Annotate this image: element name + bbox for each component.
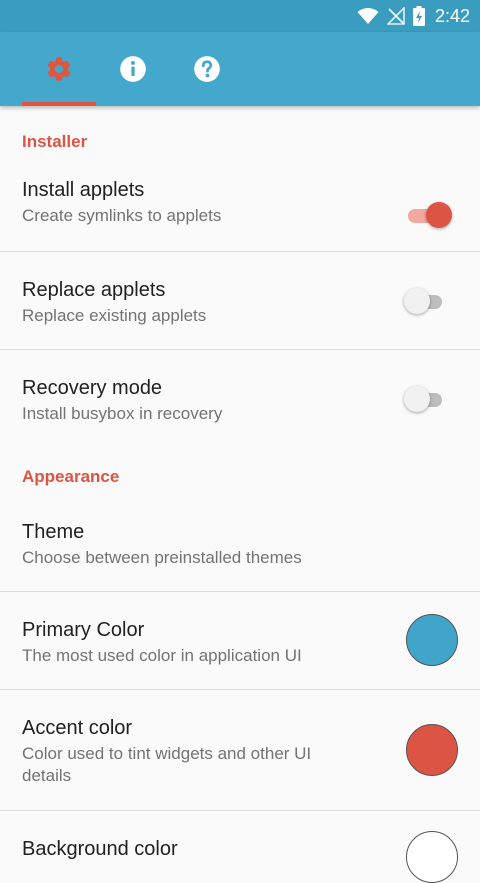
category-installer: Installer [0, 106, 480, 176]
pref-install-applets[interactable]: Install applets Create symlinks to apple… [0, 176, 480, 252]
tab-help[interactable] [170, 32, 244, 106]
status-bar: 2:42 [0, 0, 480, 32]
pref-replace-applets[interactable]: Replace applets Replace existing applets [0, 252, 480, 350]
replace-applets-switch[interactable] [404, 288, 444, 314]
install-applets-switch[interactable] [408, 202, 452, 228]
accent-color-swatch[interactable] [406, 724, 458, 776]
pref-title: Replace applets [22, 279, 166, 301]
pref-title: Recovery mode [22, 377, 163, 399]
pref-title: Theme [22, 521, 85, 543]
info-icon [120, 56, 146, 82]
pref-primary-color[interactable]: Primary Color The most used color in app… [0, 592, 480, 690]
battery-charging-icon [412, 6, 425, 26]
switch-thumb [426, 202, 452, 228]
tab-settings[interactable] [22, 32, 96, 106]
background-color-swatch[interactable] [406, 831, 458, 883]
settings-list[interactable]: Installer Install applets Create symlink… [0, 106, 480, 883]
pref-summary: Install busybox in recovery [22, 404, 223, 423]
toolbar [0, 32, 480, 106]
primary-color-swatch[interactable] [406, 614, 458, 666]
clock: 2:42 [434, 6, 470, 26]
pref-recovery-mode[interactable]: Recovery mode Install busybox in recover… [0, 350, 480, 448]
pref-summary: The most used color in application UI [22, 646, 302, 665]
pref-accent-color[interactable]: Accent color Color used to tint widgets … [0, 690, 480, 811]
no-signal-icon [386, 7, 405, 25]
pref-summary: Choose between preinstalled themes [22, 548, 302, 567]
pref-title: Background color [22, 838, 178, 860]
status-icons: 2:42 [357, 5, 470, 27]
pref-title: Primary Color [22, 619, 145, 641]
switch-thumb [404, 288, 430, 314]
category-appearance: Appearance [0, 448, 480, 512]
category-installer-label: Installer [22, 132, 88, 151]
wifi-icon [357, 8, 379, 24]
pref-theme[interactable]: Theme Choose between preinstalled themes [0, 512, 480, 592]
pref-summary: Create symlinks to applets [22, 206, 222, 225]
recovery-mode-switch[interactable] [404, 386, 444, 412]
pref-background-color[interactable]: Background color [0, 811, 480, 883]
category-appearance-label: Appearance [22, 467, 120, 486]
switch-thumb [404, 386, 430, 412]
help-icon [194, 56, 220, 82]
pref-summary: Color used to tint widgets and other UI … [22, 744, 312, 785]
pref-summary: Replace existing applets [22, 306, 207, 325]
tab-info[interactable] [96, 32, 170, 106]
pref-title: Accent color [22, 717, 133, 739]
gear-icon [47, 57, 71, 81]
pref-title: Install applets [22, 179, 145, 201]
